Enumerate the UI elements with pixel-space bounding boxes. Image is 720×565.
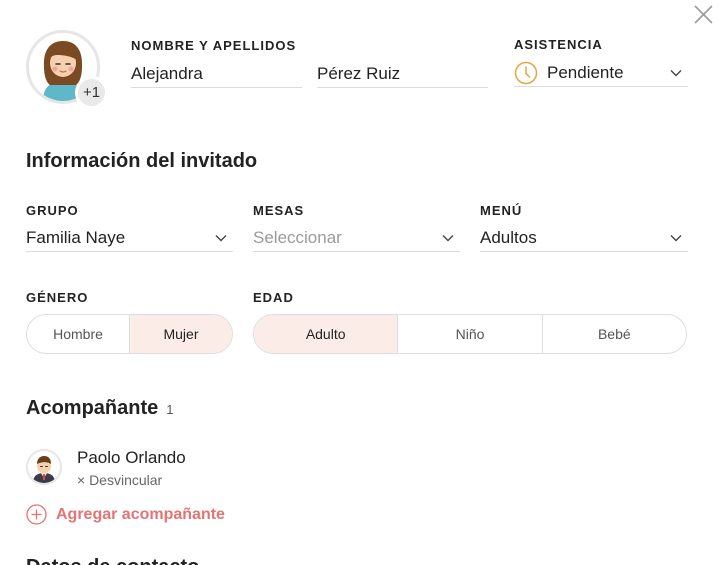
chevron-down-icon: [670, 69, 682, 76]
tables-select[interactable]: Seleccionar: [253, 224, 460, 252]
age-label: EDAD: [253, 290, 294, 305]
companion-name: Paolo Orlando: [77, 448, 186, 467]
add-companion-label: Agregar acompañante: [56, 505, 225, 523]
age-option-bebe[interactable]: Bebé: [541, 315, 686, 353]
name-label: NOMBRE Y APELLIDOS: [131, 38, 297, 53]
clock-icon: [514, 61, 538, 84]
plus-count-badge: +1: [75, 76, 108, 109]
close-icon[interactable]: [690, 2, 716, 28]
plus-circle-icon: [26, 504, 47, 525]
age-option-nino[interactable]: Niño: [397, 315, 541, 353]
group-label: GRUPO: [26, 203, 79, 218]
chevron-down-icon: [442, 234, 454, 241]
last-name-field[interactable]: Pérez Ruiz: [317, 60, 488, 88]
companions-count: 1: [166, 402, 174, 417]
group-select[interactable]: Familia Naye: [26, 224, 233, 252]
guest-info-title: Información del invitado: [26, 150, 258, 172]
gender-label: GÉNERO: [26, 290, 89, 305]
age-option-adulto[interactable]: Adulto: [254, 315, 398, 353]
tables-label: MESAS: [253, 203, 305, 218]
group-value: Familia Naye: [26, 227, 126, 247]
companions-title-text: Acompañante: [26, 397, 159, 419]
attendance-select[interactable]: Pendiente: [514, 59, 688, 87]
add-companion-button[interactable]: Agregar acompañante: [26, 504, 225, 525]
companions-title: Acompañante 1: [26, 397, 173, 420]
last-name-value: Pérez Ruiz: [317, 63, 401, 83]
unlink-companion-link[interactable]: × Desvincular: [77, 472, 162, 488]
gender-option-mujer[interactable]: Mujer: [129, 315, 232, 353]
chevron-down-icon: [670, 234, 682, 241]
gender-toggle: Hombre Mujer: [26, 314, 233, 354]
man-avatar-icon: [28, 451, 60, 483]
menu-value: Adultos: [480, 227, 537, 247]
first-name-value: Alejandra: [131, 63, 203, 83]
first-name-field[interactable]: Alejandra: [131, 60, 302, 88]
chevron-down-icon: [215, 234, 227, 241]
tables-placeholder: Seleccionar: [253, 227, 342, 247]
contact-data-title: Datos de contacto: [26, 556, 199, 565]
attendance-value: Pendiente: [547, 62, 624, 82]
menu-select[interactable]: Adultos: [480, 224, 688, 252]
gender-option-hombre[interactable]: Hombre: [27, 315, 129, 353]
attendance-label: ASISTENCIA: [514, 37, 603, 52]
menu-label: MENÚ: [480, 203, 523, 218]
companion-avatar: [26, 449, 62, 485]
age-toggle: Adulto Niño Bebé: [253, 314, 687, 354]
